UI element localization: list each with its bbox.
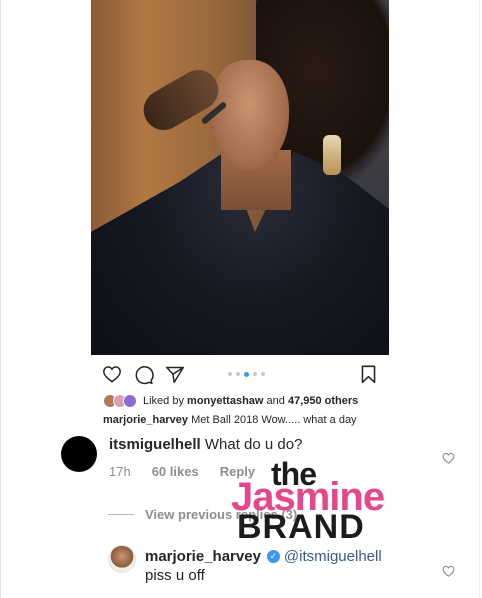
- comment-likes[interactable]: 60 likes: [152, 464, 199, 479]
- liker-avatars: [103, 394, 137, 408]
- comment-username[interactable]: itsmiguelhell: [109, 436, 201, 453]
- comment-text: What do u do?: [204, 436, 303, 453]
- watermark-brand: BRAND: [237, 508, 365, 546]
- page-edge: [479, 0, 480, 598]
- reply-username[interactable]: marjorie_harvey: [145, 548, 261, 565]
- paper-plane-icon[interactable]: [165, 365, 185, 384]
- photo-watch: [323, 135, 341, 175]
- comment-bubble-icon[interactable]: [134, 365, 154, 385]
- carousel-dot-active: [244, 371, 249, 377]
- verified-badge-icon: ✓: [266, 550, 280, 563]
- carousel-indicator: [228, 371, 265, 377]
- reply-mention[interactable]: @itsmiguelhell: [284, 548, 382, 565]
- likes-summary[interactable]: Liked by monyettashaw and 47,950 others: [103, 393, 358, 409]
- post-image[interactable]: [91, 0, 389, 355]
- likes-connector: and: [266, 395, 285, 407]
- avatar[interactable]: [61, 436, 97, 472]
- comment: itsmiguelhell What do u do?: [109, 436, 302, 453]
- heart-icon[interactable]: [102, 365, 122, 383]
- likes-prefix: Liked by: [143, 395, 184, 407]
- carousel-dot: [228, 372, 232, 376]
- likes-count[interactable]: 47,950 others: [288, 395, 358, 407]
- page-edge: [0, 0, 1, 598]
- photo-face: [209, 60, 289, 170]
- comment-age: 17h: [109, 464, 131, 479]
- carousel-dot: [261, 372, 265, 376]
- caption-text: Met Ball 2018 Wow..... what a day: [191, 414, 357, 426]
- reply-comment: marjorie_harvey ✓ @itsmiguelhell: [145, 548, 382, 565]
- avatar[interactable]: [108, 545, 136, 573]
- post-caption: marjorie_harvey Met Ball 2018 Wow..... w…: [103, 414, 357, 426]
- carousel-dot: [253, 372, 257, 376]
- carousel-dot: [236, 372, 240, 376]
- bookmark-icon[interactable]: [360, 365, 377, 384]
- heart-outline-icon[interactable]: [442, 451, 455, 464]
- liker-username[interactable]: monyettashaw: [187, 395, 263, 407]
- avatar: [123, 394, 137, 408]
- caption-username[interactable]: marjorie_harvey: [103, 414, 188, 426]
- divider: [108, 514, 134, 515]
- heart-outline-icon[interactable]: [442, 564, 455, 577]
- reply-text: piss u off: [145, 567, 205, 584]
